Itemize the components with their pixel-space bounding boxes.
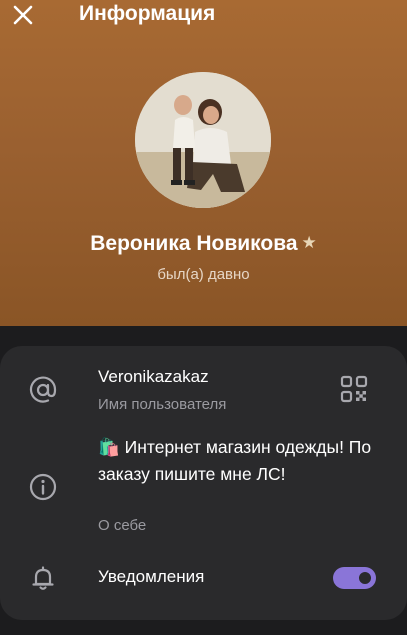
- username-value[interactable]: Veronikazakaz: [98, 367, 209, 387]
- at-sign-icon: [28, 375, 58, 405]
- qr-code-icon[interactable]: [340, 375, 368, 403]
- info-icon: [28, 472, 58, 502]
- bell-icon: [28, 563, 58, 593]
- notifications-label: Уведомления: [98, 567, 205, 586]
- username-label: Имя пользователя: [98, 396, 227, 413]
- top-bar: Информация: [0, 0, 407, 34]
- toggle-knob: [356, 569, 374, 587]
- notifications-toggle[interactable]: [333, 567, 376, 589]
- profile-name-row: Вероника Новикова ★: [0, 232, 407, 256]
- close-icon[interactable]: [12, 4, 34, 26]
- bio-label: О себе: [98, 517, 147, 534]
- page-title: Информация: [79, 2, 216, 25]
- profile-name: Вероника Новикова: [90, 232, 298, 255]
- avatar[interactable]: [135, 72, 271, 208]
- last-seen-status: был(а) давно: [157, 266, 250, 283]
- premium-star-icon: ★: [301, 233, 317, 252]
- bio-text: 🛍️ Интернет магазин одежды! По заказу пи…: [98, 437, 372, 484]
